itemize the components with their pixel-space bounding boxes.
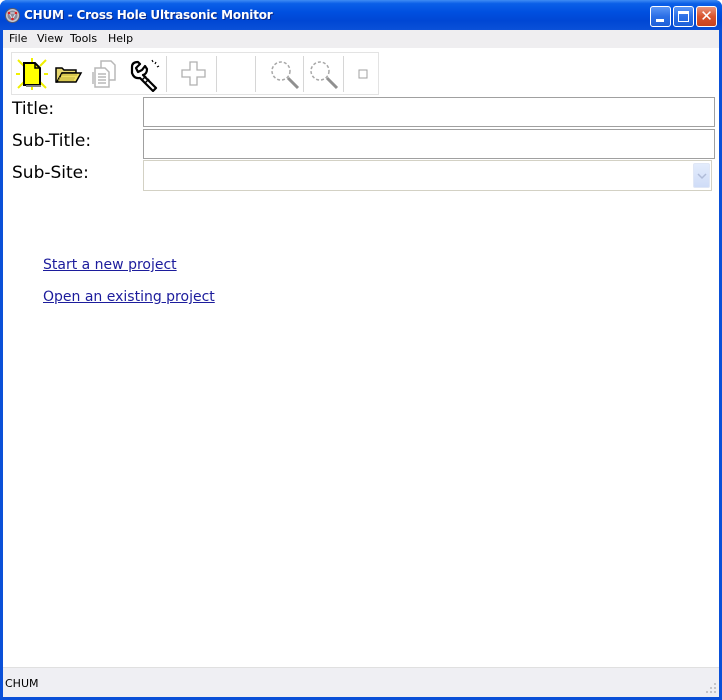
- minimize-icon: [656, 19, 664, 22]
- subsite-dropdown[interactable]: [143, 160, 712, 191]
- open-existing-project-link[interactable]: Open an existing project: [43, 289, 215, 305]
- magnifier-icon: [310, 61, 339, 90]
- zoom-in-button[interactable]: [266, 55, 302, 93]
- menu-help[interactable]: Help: [108, 32, 133, 45]
- add-button[interactable]: [176, 55, 212, 93]
- copy-document-icon: [92, 60, 116, 88]
- square-icon: [358, 69, 368, 79]
- toolbar-separator: [343, 56, 344, 92]
- subsite-label: Sub-Site:: [12, 163, 89, 183]
- start-new-project-link[interactable]: Start a new project: [43, 257, 177, 273]
- status-text: CHUM: [5, 677, 39, 690]
- menu-bar: File View Tools Help: [3, 30, 719, 48]
- close-button[interactable]: ✕: [696, 6, 717, 27]
- toolbar-separator: [216, 56, 217, 92]
- copy-button[interactable]: [89, 55, 125, 93]
- toolbar: [11, 52, 379, 95]
- open-folder-icon: [55, 67, 83, 83]
- minimize-button[interactable]: [650, 6, 671, 27]
- stop-button[interactable]: [345, 55, 381, 93]
- client-area: File View Tools Help Title: Sub-Title: S…: [3, 30, 719, 697]
- toolbar-separator: [255, 56, 256, 92]
- plus-icon: [181, 61, 206, 86]
- menu-view[interactable]: View: [37, 32, 63, 45]
- dropdown-button[interactable]: [693, 163, 710, 188]
- new-project-button[interactable]: [14, 55, 50, 93]
- close-icon: ✕: [700, 7, 713, 25]
- subtitle-label: Sub-Title:: [12, 131, 92, 151]
- toolbar-separator: [166, 56, 167, 92]
- chevron-down-icon: [697, 173, 707, 180]
- magnifier-icon: [271, 61, 300, 90]
- menu-tools[interactable]: Tools: [70, 32, 97, 45]
- title-bar[interactable]: CHUM - Cross Hole Ultrasonic Monitor ✕: [0, 0, 722, 30]
- resize-grip-icon[interactable]: [705, 682, 717, 694]
- main-window: CHUM - Cross Hole Ultrasonic Monitor ✕ F…: [0, 0, 722, 700]
- subtitle-input[interactable]: [143, 129, 715, 159]
- title-input[interactable]: [143, 97, 715, 127]
- chum-app-icon: [5, 8, 20, 23]
- status-bar: CHUM: [3, 667, 719, 697]
- window-title: CHUM - Cross Hole Ultrasonic Monitor: [24, 8, 273, 22]
- open-project-button[interactable]: [50, 55, 86, 93]
- wrench-icon: [130, 59, 160, 92]
- title-label: Title:: [12, 99, 55, 119]
- maximize-button[interactable]: [673, 6, 694, 27]
- maximize-icon: [678, 11, 689, 22]
- zoom-out-button[interactable]: [305, 55, 341, 93]
- menu-file[interactable]: File: [9, 32, 27, 45]
- settings-button[interactable]: [126, 55, 162, 93]
- new-document-icon: [16, 58, 48, 90]
- toolbar-separator: [303, 56, 304, 92]
